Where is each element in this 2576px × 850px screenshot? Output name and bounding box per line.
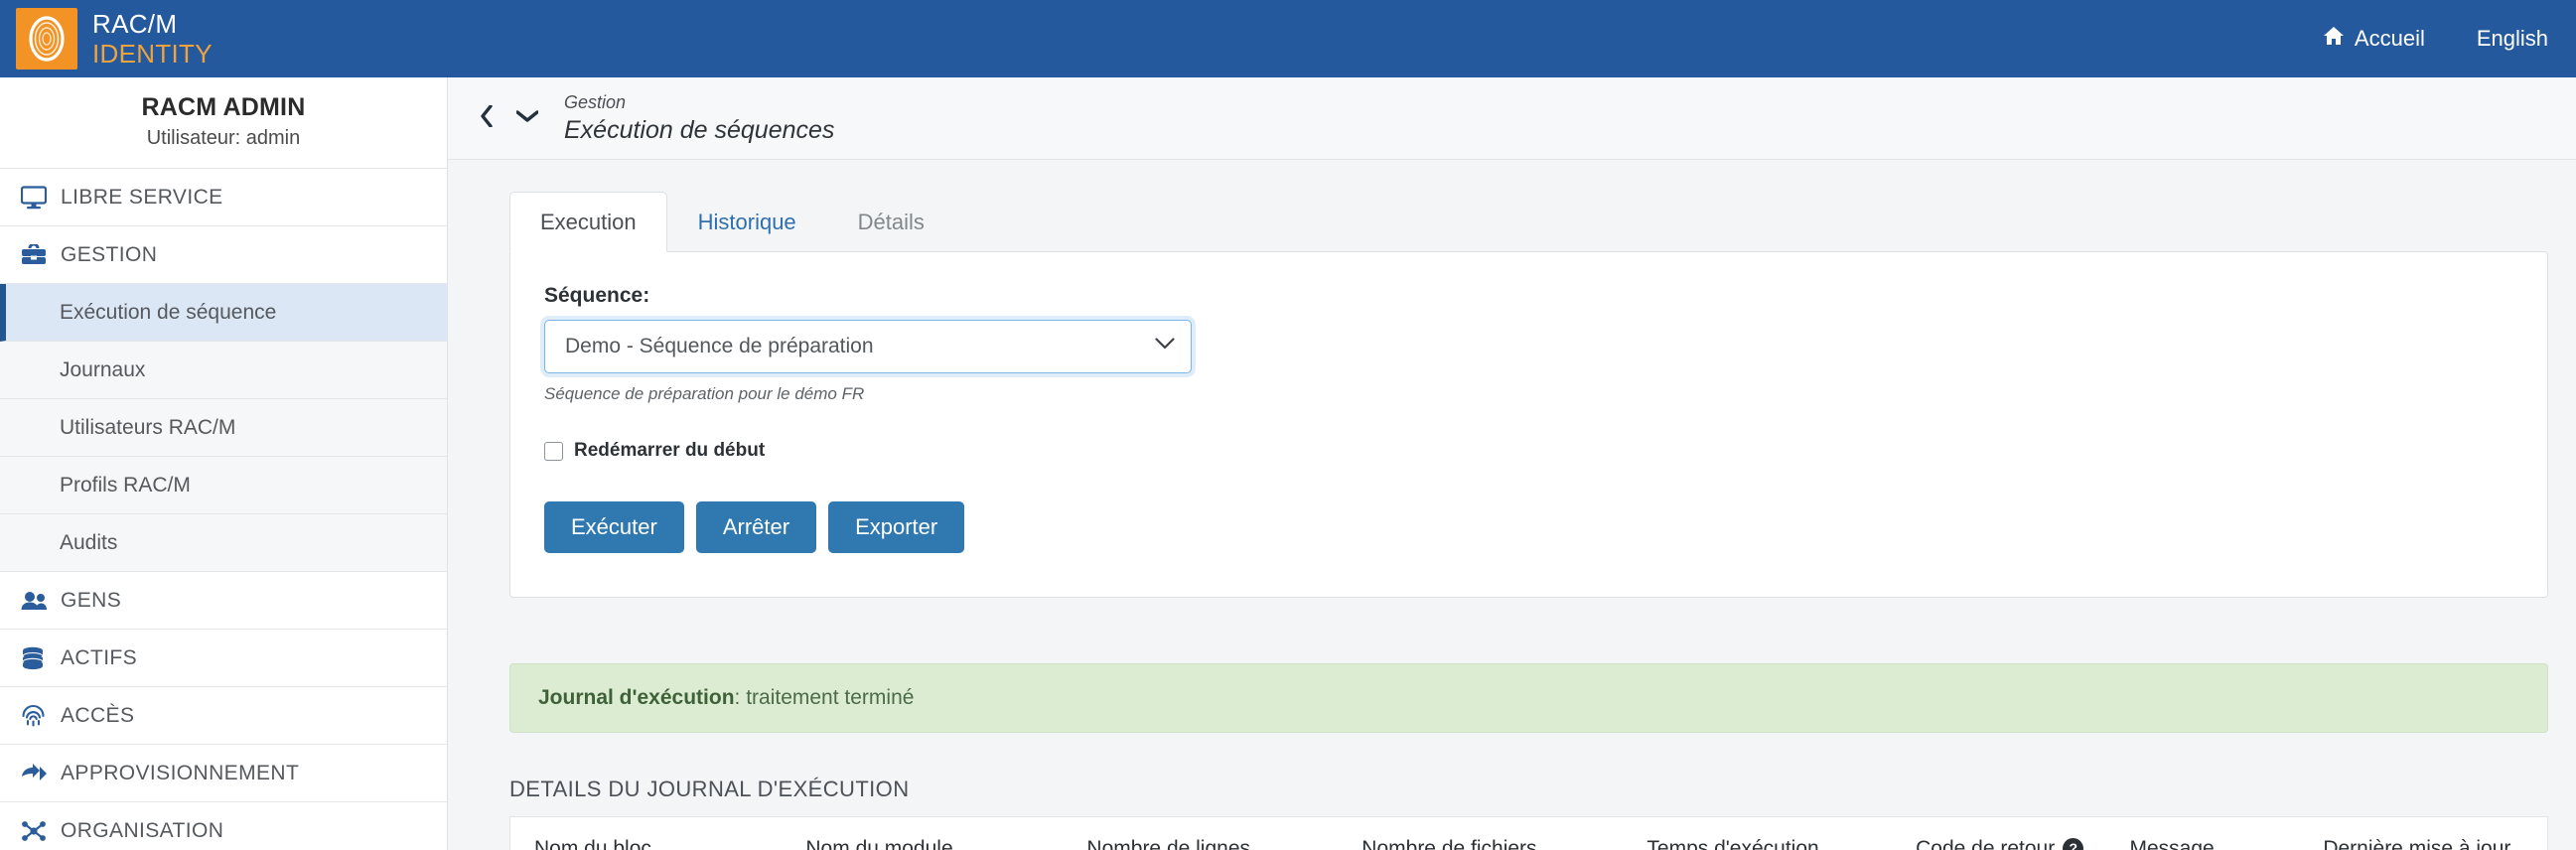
column-header-nombre-de-fichiers[interactable]: Nombre de fichiers [1361,817,1646,850]
help-circle-icon[interactable]: ? [2063,837,2084,850]
tab-details[interactable]: Détails [827,192,955,252]
sidebar-item-label: Exécution de séquence [60,300,277,324]
toolbox-icon [21,243,61,266]
sidebar-item-label: LIBRE SERVICE [61,185,223,209]
tab-bar: Execution Historique Détails [448,192,2576,252]
sidebar-item-gens[interactable]: GENS [0,572,447,630]
execution-log-table: Nom du bloc Nom du module Nombre de lign… [509,816,2548,850]
desktop-icon [21,185,61,210]
alert-message: : traitement terminé [734,686,915,709]
sidebar-item-label: Utilisateurs RAC/M [60,415,236,439]
sidebar-item-journaux[interactable]: Journaux [0,342,447,399]
sidebar-item-label: Audits [60,530,118,554]
column-header-message[interactable]: Message [2129,817,2323,850]
page-content: Execution Historique Détails Séquence: D… [448,160,2576,850]
breadcrumb-parent: Gestion [564,92,627,113]
home-link-label: Accueil [2354,26,2425,51]
brand-name-secondary: IDENTITY [92,39,213,69]
brand-name-primary: RAC/M [92,9,178,39]
sidebar-item-organisation[interactable]: ORGANISATION [0,802,447,850]
sidebar-item-label: ACTIFS [61,645,138,669]
people-icon [21,591,61,611]
database-icon [21,646,61,670]
column-header-temps-dexecution[interactable]: Temps d'exécution [1646,817,1916,850]
brand-logo[interactable]: RAC/M IDENTITY [16,8,213,70]
chevron-down-icon [1155,338,1175,355]
column-header-derniere-mise-a-jour[interactable]: Dernière mise à jour [2323,817,2547,850]
chevron-left-icon[interactable] [480,103,494,132]
sidebar-item-label: Profils RAC/M [60,473,191,496]
stop-button[interactable]: Arrêter [695,501,817,553]
column-header-code-de-retour[interactable]: Code de retour? [1916,817,2129,850]
sidebar-item-acces[interactable]: ACCÈS [0,687,447,745]
sidebar: RACM ADMIN Utilisateur: admin LIBRE SERV… [0,77,448,850]
sidebar-org-name: RACM ADMIN [141,93,306,121]
tab-historique[interactable]: Historique [667,192,827,252]
table-header-row: Nom du bloc Nom du module Nombre de lign… [510,817,2547,850]
sidebar-item-libre-service[interactable]: LIBRE SERVICE [0,169,447,226]
sidebar-item-label: GENS [61,588,122,612]
sequence-select-value: Demo - Séquence de préparation [565,335,874,357]
breadcrumb-bar: Gestion Exécution de séquences [448,77,2576,160]
sidebar-user-block: RACM ADMIN Utilisateur: admin [0,77,447,169]
sidebar-item-actifs[interactable]: ACTIFS [0,630,447,687]
sidebar-item-gestion[interactable]: GESTION [0,226,447,284]
action-buttons: Exécuter Arrêter Exporter [544,501,2513,553]
home-icon [2323,26,2345,52]
fingerprint-icon [21,703,61,728]
chevron-down-icon[interactable] [515,109,539,128]
page-title: Exécution de séquences [564,115,835,144]
fingerprint-logo-icon [16,8,77,70]
execution-status-alert: Journal d'exécution: traitement terminé [509,663,2548,733]
execute-button[interactable]: Exécuter [544,501,684,553]
forward-arrows-icon [21,763,61,784]
column-header-nom-du-bloc[interactable]: Nom du bloc [510,817,805,850]
alert-title: Journal d'exécution [538,686,735,709]
home-link[interactable]: Accueil [2323,26,2425,52]
sequence-help-text: Séquence de préparation pour le démo FR [544,384,865,403]
sidebar-item-audits[interactable]: Audits [0,514,447,572]
app-body: RACM ADMIN Utilisateur: admin LIBRE SERV… [0,77,2576,850]
column-header-code-de-retour-label: Code de retour [1916,837,2056,850]
sidebar-item-label: APPROVISIONNEMENT [61,761,300,784]
sidebar-item-utilisateurs-racm[interactable]: Utilisateurs RAC/M [0,399,447,457]
breadcrumb: Gestion Exécution de séquences [564,92,834,143]
sequence-select[interactable]: Demo - Séquence de préparation [544,320,1192,373]
export-button[interactable]: Exporter [828,501,965,553]
sidebar-item-profils-racm[interactable]: Profils RAC/M [0,457,447,514]
sidebar-item-label: ORGANISATION [61,818,224,842]
execution-log-details-heading: DETAILS DU JOURNAL D'EXÉCUTION [509,777,910,801]
restart-checkbox-row[interactable]: Redémarrer du début [544,440,2513,462]
language-switch-link[interactable]: English [2477,26,2548,52]
restart-checkbox[interactable] [544,441,563,461]
tab-execution[interactable]: Execution [509,192,667,252]
execution-panel: Séquence: Demo - Séquence de préparation… [509,251,2548,598]
column-header-nombre-de-lignes[interactable]: Nombre de lignes [1086,817,1361,850]
sidebar-item-label: GESTION [61,242,158,266]
sidebar-item-label: ACCÈS [61,703,135,727]
column-header-nom-du-module[interactable]: Nom du module [805,817,1086,850]
restart-checkbox-label: Redémarrer du début [574,440,766,461]
main-content: Gestion Exécution de séquences Execution… [448,77,2576,850]
sidebar-item-label: Journaux [60,357,146,381]
breadcrumb-controls [480,103,539,132]
sidebar-item-execution-de-sequence[interactable]: Exécution de séquence [0,284,447,342]
app-header: RAC/M IDENTITY Accueil English [0,0,2576,77]
header-nav: Accueil English [2323,0,2548,77]
sequence-field-label: Séquence: [544,284,650,307]
sidebar-item-approvisionnement[interactable]: APPROVISIONNEMENT [0,745,447,802]
sitemap-icon [21,819,61,843]
sidebar-user-name: Utilisateur: admin [146,127,301,149]
